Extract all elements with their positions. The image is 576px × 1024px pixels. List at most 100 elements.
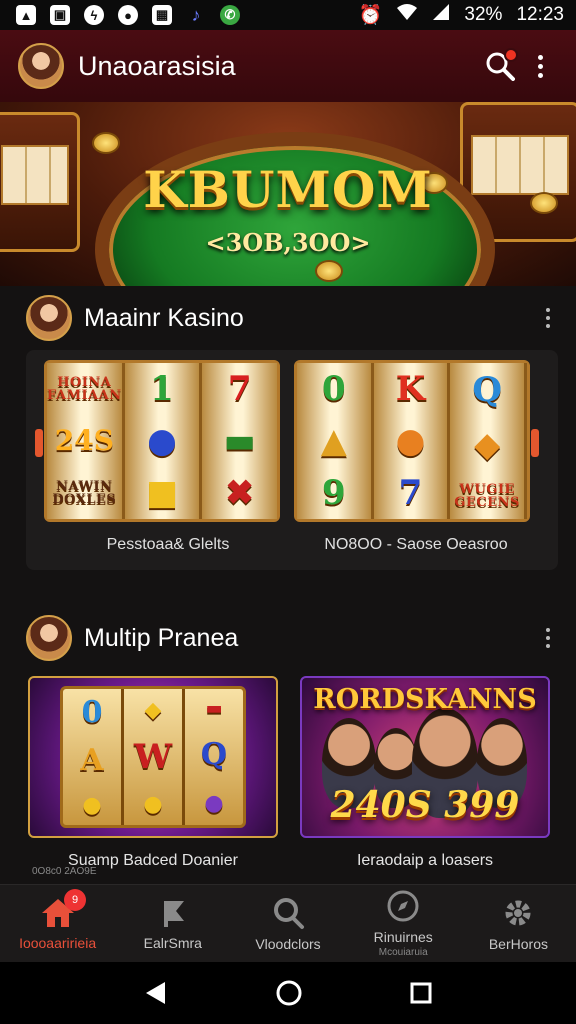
reel-symbol: A xyxy=(80,743,104,778)
promo-banner[interactable]: KBUMOM <3OB,3OO> xyxy=(0,102,576,286)
reel-column: K ● 7 xyxy=(373,363,451,519)
chip-art xyxy=(92,132,120,154)
banner-subtitle: <3OB,3OO> xyxy=(205,228,371,257)
reel-symbol: 24S xyxy=(54,423,114,457)
whatsapp-icon: ✆ xyxy=(220,5,240,25)
photo-icon: ▦ xyxy=(152,5,172,25)
section-title: Multip Pranea xyxy=(84,623,239,652)
nav-badge: 9 xyxy=(64,889,86,911)
game-label: Ieraodaip a loasers xyxy=(356,852,494,869)
chip-art xyxy=(315,260,343,282)
reel-symbol: 9 xyxy=(322,473,346,513)
gear-icon xyxy=(505,900,531,925)
section-avatar[interactable] xyxy=(26,615,72,661)
music-icon: ♪ xyxy=(191,4,201,25)
reel-symbol: ◆ xyxy=(474,424,501,465)
battery-text: 32% xyxy=(464,4,503,25)
nav-item-settings[interactable]: BerHoros xyxy=(461,885,576,962)
nav-label: BerHoros xyxy=(488,935,548,952)
reel-symbol: K xyxy=(395,369,426,409)
nav-label: EalrSmra xyxy=(143,934,202,951)
reel-labels: Pesstoaa& Glelts NO8OO - Saose Oeasroo xyxy=(44,536,540,554)
reel-symbol: ● xyxy=(204,790,224,816)
game-label[interactable]: Pesstoaa& Glelts xyxy=(44,536,292,554)
app-root: ▲ ▣ ϟ ● ▦ ♪ ✆ ⏰ 32% 12:23 Unaoarasisia K… xyxy=(0,0,576,1024)
reel-symbol: ▬ xyxy=(223,421,256,461)
notification-dot xyxy=(504,48,518,62)
status-bar: ▲ ▣ ϟ ● ▦ ♪ ✆ ⏰ 32% 12:23 xyxy=(0,0,576,30)
section-main-casino: Maainr Kasino HOINA FAMIAAN 24S NAWIN DOXL… xyxy=(0,286,576,570)
nav-item-home[interactable]: 9 Ioooaaririeia xyxy=(0,885,115,962)
messenger-icon: ϟ xyxy=(84,5,104,25)
banner-title: KBUMOM xyxy=(143,160,433,219)
reel-symbol: HOINA FAMIAAN xyxy=(47,374,122,403)
nav-item-flag[interactable]: EalrSmra xyxy=(115,885,230,962)
reel-symbol: ■ xyxy=(145,473,179,513)
wifi-icon xyxy=(396,3,418,27)
section-header: Multip Pranea xyxy=(0,606,576,670)
recents-icon[interactable] xyxy=(409,981,433,1005)
more-vert-icon[interactable] xyxy=(546,628,550,648)
reel-symbol: 0 xyxy=(81,695,103,730)
reel-column: 1 ● ■ xyxy=(124,363,203,519)
game-label[interactable]: NO8OO - Saose Oeasroo xyxy=(292,536,540,554)
reel-symbol: ● xyxy=(143,791,163,818)
game-tile[interactable]: 0 A ● ◆ W ● ▬ Q ● Suamp Badced Doanier xyxy=(28,676,278,870)
reel-column: HOINA FAMIAAN 24S NAWIN DOXLES xyxy=(47,363,125,519)
tiny-note: 0O8c0 2AO9E xyxy=(32,866,97,877)
promo-number: 240S 399 xyxy=(330,784,520,826)
status-left-icons: ▲ ▣ ϟ ● ▦ ♪ ✆ xyxy=(16,5,240,25)
nav-item-compass[interactable]: Rinuirnes Mcouiaruia xyxy=(346,885,461,962)
reel-symbol: 7 xyxy=(227,369,252,409)
reel-column: 0 ▲ 9 xyxy=(297,363,374,519)
reel-symbol: ▬ xyxy=(205,698,223,719)
more-vert-icon xyxy=(537,54,543,78)
reel-symbol: W xyxy=(133,736,173,777)
app-title: Unaoarasisia xyxy=(78,50,236,81)
promo-game-art: RORDSKANNS 240S 399 xyxy=(300,676,550,838)
search-button[interactable] xyxy=(480,46,520,86)
reel-handle xyxy=(531,429,539,457)
slot-game-card[interactable]: 0 ▲ 9 K ● 7 Q ◆ WUGIE GECENS xyxy=(294,360,539,522)
section-multiplayer: Multip Pranea 0 A ● ◆ W ● ▬ Q ● Suamp Ba… xyxy=(0,606,576,870)
reel-symbol: 1 xyxy=(150,369,174,409)
profile-avatar[interactable] xyxy=(18,43,64,89)
reel-symbol: WUGIE GECENS xyxy=(454,481,520,510)
signal-icon xyxy=(432,3,450,27)
nav-item-search[interactable]: Vloodclors xyxy=(230,885,345,962)
reel-symbol: ● xyxy=(147,421,177,461)
nav-label: Rinuirnes xyxy=(373,929,433,945)
reel-symbol: ● xyxy=(395,421,426,461)
app-bar: Unaoarasisia xyxy=(0,30,576,102)
reel-column: Q ◆ WUGIE GECENS xyxy=(450,363,528,519)
more-vert-icon[interactable] xyxy=(546,308,550,328)
home-circle-icon[interactable] xyxy=(275,979,303,1007)
system-nav-bar xyxy=(0,962,576,1024)
section-header: Maainr Kasino xyxy=(0,286,576,350)
section-title: Maainr Kasino xyxy=(84,303,244,332)
flag-icon xyxy=(163,900,184,927)
bottom-nav: 9 Ioooaaririeia EalrSmra Vloodclors Rinu… xyxy=(0,884,576,962)
reel-column: 7 ▬ ✖ xyxy=(202,363,278,519)
back-icon[interactable] xyxy=(143,980,169,1006)
search-icon xyxy=(274,897,304,929)
games-row: 0 A ● ◆ W ● ▬ Q ● Suamp Badced Doanier R… xyxy=(28,676,550,870)
overflow-menu-button[interactable] xyxy=(520,46,560,86)
section-avatar[interactable] xyxy=(26,295,72,341)
chat-icon: ● xyxy=(118,5,138,25)
reel-symbol: ▲ xyxy=(320,421,347,461)
reel-symbol: NAWIN DOXLES xyxy=(52,479,117,508)
slot-game-card[interactable]: HOINA FAMIAAN 24S NAWIN DOXLES 1 ● ■ 7 ▬ ✖ xyxy=(35,360,280,522)
reel-symbol: Q xyxy=(472,370,502,411)
alert-icon: ▲ xyxy=(16,5,36,25)
slots-panel: HOINA FAMIAAN 24S NAWIN DOXLES 1 ● ■ 7 ▬ ✖ xyxy=(26,350,558,570)
reel-symbol: ● xyxy=(82,792,102,818)
reel-symbol: Q xyxy=(200,737,228,772)
nav-label: Ioooaaririeia xyxy=(19,934,97,951)
image-icon: ▣ xyxy=(50,5,70,25)
game-tile[interactable]: RORDSKANNS 240S 399 Ieraodaip a loasers xyxy=(300,676,550,870)
slot-game-art: 0 A ● ◆ W ● ▬ Q ● xyxy=(28,676,278,838)
reel-symbol: 7 xyxy=(398,473,423,513)
compass-icon xyxy=(387,890,419,922)
status-right-icons: ⏰ 32% 12:23 xyxy=(359,3,564,27)
